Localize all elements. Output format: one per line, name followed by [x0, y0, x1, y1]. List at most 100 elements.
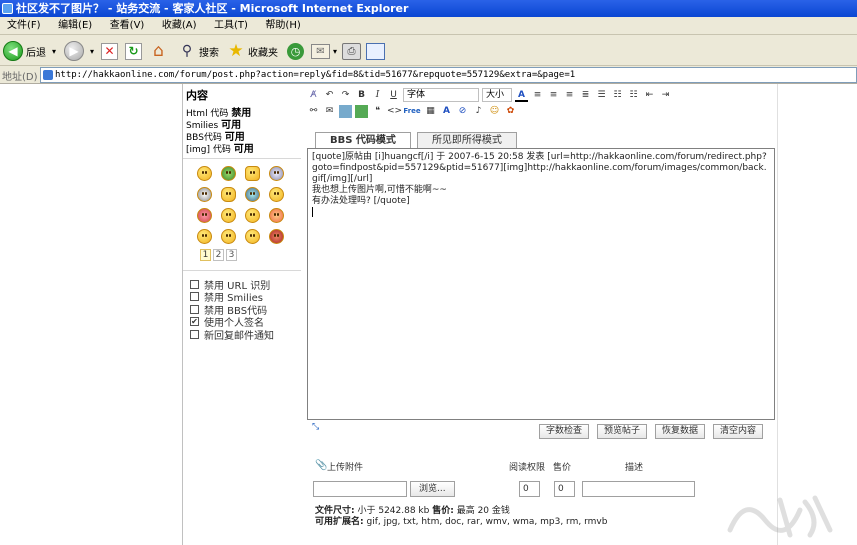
- edit-button[interactable]: [366, 40, 385, 62]
- clear-format-icon[interactable]: A̸: [307, 89, 320, 102]
- align-right-icon[interactable]: ≡: [563, 89, 576, 102]
- smiley-icon[interactable]: [221, 208, 236, 223]
- music-icon[interactable]: ♪: [472, 105, 485, 118]
- email-icon[interactable]: ✉: [323, 105, 336, 118]
- refresh-button[interactable]: ↻: [125, 40, 142, 62]
- smiley-icon[interactable]: [221, 166, 236, 181]
- bold-icon[interactable]: B: [355, 89, 368, 102]
- back-button[interactable]: ◀ 后退 ▾: [3, 40, 56, 62]
- ext-info-label: 可用扩展名:: [315, 517, 364, 527]
- smiley-icon[interactable]: [245, 229, 260, 244]
- smilies-pager: 1 2 3: [200, 249, 237, 261]
- home-button[interactable]: ⌂: [149, 40, 168, 62]
- size-select[interactable]: 大小: [482, 88, 512, 102]
- tab-bbcode[interactable]: BBS 代码模式: [315, 132, 411, 149]
- address-input[interactable]: http://hakkaonline.com/forum/post.php?ac…: [40, 67, 857, 83]
- search-label: 搜索: [199, 47, 219, 59]
- image-icon[interactable]: [339, 104, 352, 118]
- history-button[interactable]: ◷: [287, 40, 304, 62]
- home-icon: ⌂: [153, 40, 164, 61]
- smiley-icon[interactable]: [269, 208, 284, 223]
- smilies-grid: [197, 166, 297, 244]
- checkbox[interactable]: [190, 279, 199, 289]
- preview-button[interactable]: 预览帖子: [597, 424, 648, 439]
- post-options-sidebar: 内容 Html 代码 禁用 Smilies 可用 BBS代码 可用 [img] …: [183, 84, 305, 545]
- text-color-icon[interactable]: A: [515, 89, 528, 102]
- smiley-icon[interactable]: ☺: [488, 105, 501, 118]
- window-title: 社区发不了图片？ - 站务交流 - 客家人社区 - Microsoft Inte…: [16, 2, 409, 15]
- tab-wysiwyg[interactable]: 所见即所得模式: [416, 132, 517, 149]
- option-bbcode: BBS代码 可用: [186, 132, 254, 144]
- smiley-icon[interactable]: [245, 208, 260, 223]
- unordered-list-icon[interactable]: ☷: [627, 89, 640, 102]
- word-count-button[interactable]: 字数检查: [539, 424, 590, 439]
- chevron-down-icon: ▾: [52, 46, 57, 56]
- price-input[interactable]: 0: [554, 481, 575, 497]
- extra-icon[interactable]: ✿: [504, 105, 517, 118]
- smiley-icon[interactable]: [197, 229, 212, 244]
- resize-handle-icon[interactable]: ⤡: [312, 422, 319, 432]
- post-textarea[interactable]: [quote]原帖由 [i]huangcf[/i] 于 2007-6-15 20…: [307, 148, 775, 420]
- align-center-icon[interactable]: ≡: [547, 89, 560, 102]
- undo-icon[interactable]: ↶: [323, 89, 336, 102]
- checkbox[interactable]: [190, 292, 199, 302]
- print-button[interactable]: ⎙: [342, 40, 361, 62]
- outdent-icon[interactable]: ⇤: [643, 89, 656, 102]
- smiley-icon[interactable]: [197, 208, 212, 223]
- browse-button[interactable]: 浏览...: [410, 481, 455, 497]
- smiley-icon[interactable]: [269, 166, 284, 181]
- smilies-page-3[interactable]: 3: [226, 249, 237, 261]
- justify-icon[interactable]: ≣: [579, 89, 592, 102]
- smiley-icon[interactable]: [221, 187, 236, 202]
- smiley-icon[interactable]: [197, 187, 212, 202]
- read-permission-input[interactable]: 0: [519, 481, 540, 497]
- menu-view[interactable]: 查看(V): [103, 17, 152, 35]
- file-path-input[interactable]: [313, 481, 407, 497]
- font-select[interactable]: 字体: [403, 88, 479, 102]
- checkbox[interactable]: [190, 329, 199, 339]
- menu-tools[interactable]: 工具(T): [207, 17, 255, 35]
- price-info-value: 最高 20 金钱: [456, 506, 510, 516]
- code-icon[interactable]: <>: [387, 105, 402, 118]
- checkbox[interactable]: [190, 304, 199, 314]
- restore-button[interactable]: 恢复数据: [655, 424, 706, 439]
- free-icon[interactable]: Free: [403, 105, 421, 118]
- smiley-icon[interactable]: [245, 166, 260, 181]
- underline-icon[interactable]: U: [387, 89, 400, 102]
- smilies-page-2[interactable]: 2: [213, 249, 224, 261]
- checkbox-checked[interactable]: ✔: [190, 317, 199, 327]
- float-icon[interactable]: ☰: [595, 89, 608, 102]
- link-icon[interactable]: ⚯: [307, 105, 320, 118]
- checkbox-row[interactable]: 新回复邮件通知: [190, 328, 274, 342]
- smiley-icon[interactable]: [221, 229, 236, 244]
- smiley-icon[interactable]: [245, 187, 260, 202]
- smiley-icon[interactable]: [197, 166, 212, 181]
- media-icon[interactable]: ⊘: [456, 105, 469, 118]
- forward-button[interactable]: ▶ ▾: [64, 40, 94, 62]
- italic-icon[interactable]: I: [371, 89, 384, 102]
- ordered-list-icon[interactable]: ☷: [611, 89, 624, 102]
- option-name: Smilies: [186, 121, 219, 131]
- menu-help[interactable]: 帮助(H): [258, 17, 307, 35]
- align-left-icon[interactable]: ≡: [531, 89, 544, 102]
- clear-button[interactable]: 清空内容: [713, 424, 764, 439]
- flash-icon[interactable]: [355, 104, 368, 118]
- redo-icon[interactable]: ↷: [339, 89, 352, 102]
- quote-icon[interactable]: ❝: [371, 105, 384, 118]
- sidebar-title: 内容: [186, 89, 208, 102]
- indent-icon[interactable]: ⇥: [659, 89, 672, 102]
- favorites-button[interactable]: ★ 收藏夹: [227, 40, 278, 62]
- menu-file[interactable]: 文件(F): [0, 17, 48, 35]
- search-button[interactable]: ⚲ 搜索: [178, 40, 219, 62]
- menu-edit[interactable]: 编辑(E): [51, 17, 99, 35]
- description-input[interactable]: [582, 481, 695, 497]
- address-label: 地址(D): [2, 72, 38, 83]
- smilies-page-1[interactable]: 1: [200, 249, 211, 261]
- smiley-icon[interactable]: [269, 229, 284, 244]
- stop-button[interactable]: ✕: [101, 40, 118, 62]
- font-icon[interactable]: A: [440, 105, 453, 118]
- menu-favorites[interactable]: 收藏(A): [155, 17, 204, 35]
- mail-button[interactable]: ✉ ▾: [311, 40, 337, 62]
- smiley-icon[interactable]: [269, 187, 284, 202]
- table-icon[interactable]: ▦: [424, 105, 437, 118]
